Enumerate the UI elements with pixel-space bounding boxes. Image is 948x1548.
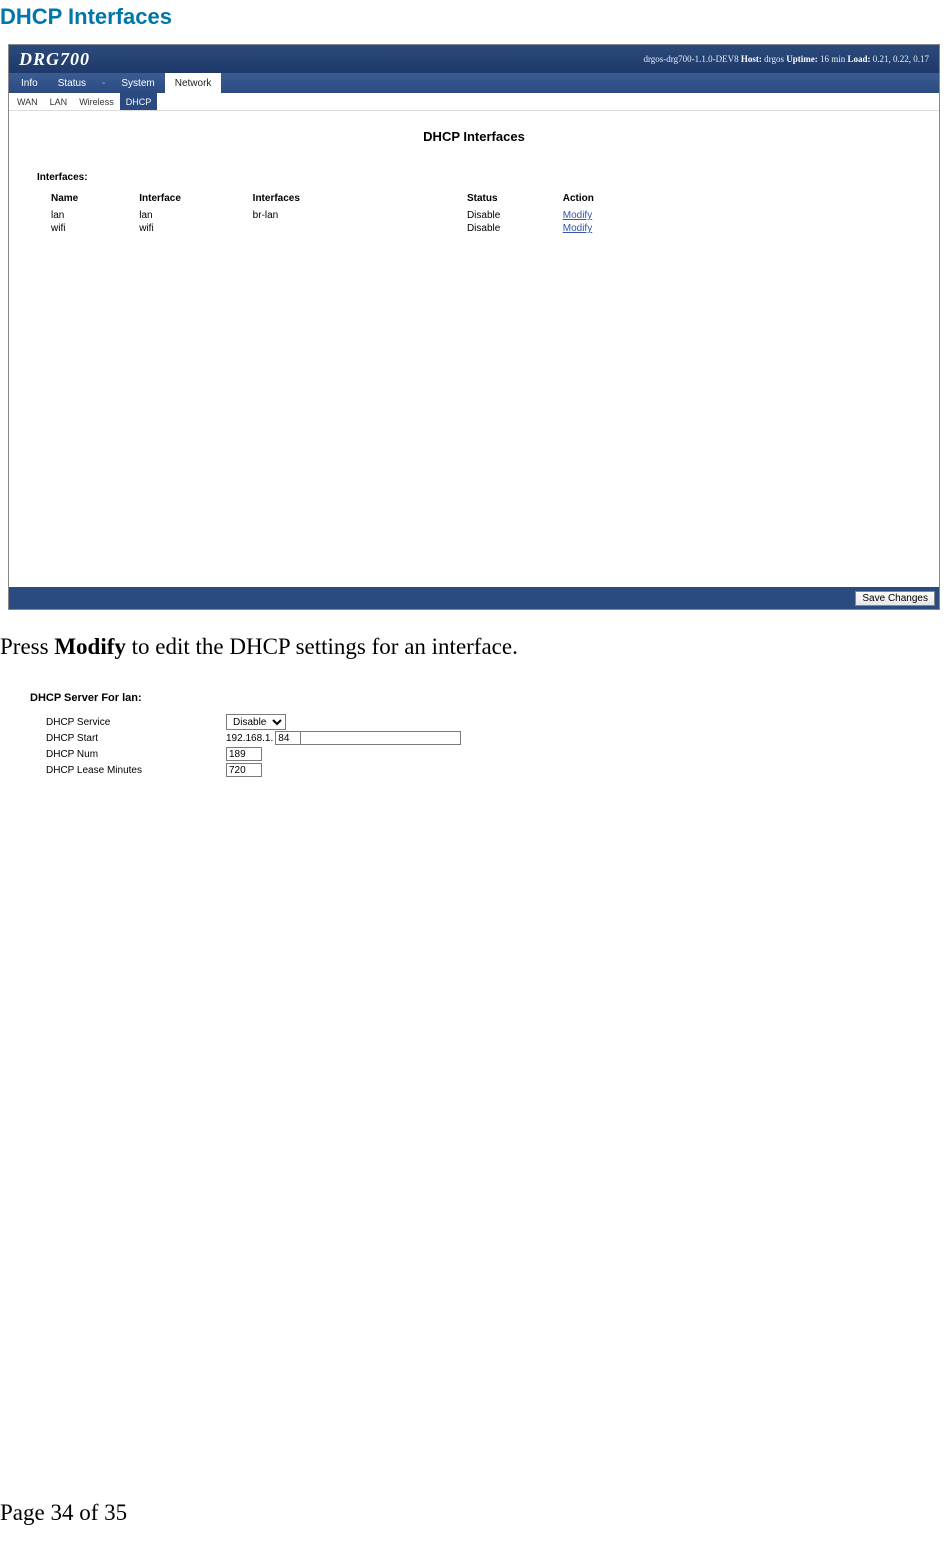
dhcp-num-label: DHCP Num [46, 749, 226, 760]
dhcp-start-input[interactable] [275, 731, 301, 745]
row-dhcp-start: DHCP Start 192.168.1. [46, 730, 940, 746]
host-label: Host: [741, 54, 762, 64]
dhcp-form-screenshot: DHCP Server For lan: DHCP Service Disabl… [8, 684, 940, 778]
instruction-post: to edit the DHCP settings for an interfa… [126, 634, 518, 659]
tab-network[interactable]: Network [165, 73, 222, 93]
tab-status[interactable]: Status [48, 73, 96, 93]
dhcp-service-label: DHCP Service [46, 717, 226, 728]
cell-ifaces [253, 222, 467, 235]
sub-tabs: WAN LAN Wireless DHCP [9, 93, 939, 111]
cell-ifaces: br-lan [253, 209, 467, 223]
main-tabs: Info Status - System Network [9, 73, 939, 93]
instruction-text: Press Modify to edit the DHCP settings f… [0, 634, 948, 660]
table-header-row: Name Interface Interfaces Status Action [51, 191, 651, 209]
router-admin-screenshot: DRG700 drgos-drg700-1.1.0-DEV8 Host: drg… [8, 44, 940, 610]
col-interfaces: Interfaces [253, 191, 467, 209]
subtab-wan[interactable]: WAN [11, 93, 44, 110]
table-row: wifi wifi Disable Modify [51, 222, 651, 235]
cell-status: Disable [467, 209, 563, 223]
row-dhcp-lease: DHCP Lease Minutes [46, 762, 940, 778]
save-changes-button[interactable]: Save Changes [855, 591, 935, 606]
uptime-value: 16 min [820, 54, 845, 64]
footer-bar: Save Changes [9, 587, 939, 609]
col-name: Name [51, 191, 139, 209]
row-dhcp-num: DHCP Num [46, 746, 940, 762]
load-value: 0.21, 0.22, 0.17 [873, 54, 929, 64]
instruction-pre: Press [0, 634, 54, 659]
page-footer: Page 34 of 35 [0, 1500, 127, 1526]
uptime-label: Uptime: [786, 54, 818, 64]
cell-status: Disable [467, 222, 563, 235]
instruction-bold: Modify [54, 634, 126, 659]
form-rows: DHCP Service Disabled DHCP Start 192.168… [46, 714, 940, 778]
dhcp-start-prefix: 192.168.1. [226, 733, 273, 744]
cell-name: wifi [51, 222, 139, 235]
host-value: drgos [764, 54, 784, 64]
interfaces-label: Interfaces: [37, 172, 939, 183]
subtab-lan[interactable]: LAN [44, 93, 74, 110]
fw-version: drgos-drg700-1.1.0-DEV8 [643, 54, 738, 64]
tab-separator: - [96, 73, 111, 93]
cell-iface: lan [139, 209, 252, 223]
content-title: DHCP Interfaces [9, 129, 939, 144]
dhcp-lease-input[interactable] [226, 763, 262, 777]
col-interface: Interface [139, 191, 252, 209]
modify-link[interactable]: Modify [563, 223, 592, 234]
tab-system[interactable]: System [111, 73, 164, 93]
router-header-status: drgos-drg700-1.1.0-DEV8 Host: drgos Upti… [643, 54, 929, 64]
modify-link[interactable]: Modify [563, 210, 592, 221]
router-header: DRG700 drgos-drg700-1.1.0-DEV8 Host: drg… [9, 45, 939, 73]
cell-name: lan [51, 209, 139, 223]
dhcp-lease-label: DHCP Lease Minutes [46, 765, 226, 776]
router-logo: DRG700 [19, 49, 90, 70]
dhcp-form-title: DHCP Server For lan: [30, 692, 940, 704]
tab-info[interactable]: Info [11, 73, 48, 93]
content-area: DHCP Interfaces Interfaces: Name Interfa… [9, 111, 939, 587]
col-action: Action [563, 191, 651, 209]
cell-iface: wifi [139, 222, 252, 235]
col-status: Status [467, 191, 563, 209]
page-title: DHCP Interfaces [0, 0, 948, 44]
dhcp-start-extend[interactable] [301, 731, 461, 745]
row-dhcp-service: DHCP Service Disabled [46, 714, 940, 730]
interfaces-block: Interfaces: Name Interface Interfaces St… [37, 172, 939, 235]
dhcp-start-label: DHCP Start [46, 733, 226, 744]
dhcp-num-input[interactable] [226, 747, 262, 761]
table-row: lan lan br-lan Disable Modify [51, 209, 651, 223]
load-label: Load: [847, 54, 870, 64]
subtab-wireless[interactable]: Wireless [73, 93, 120, 110]
interfaces-table: Name Interface Interfaces Status Action … [51, 191, 651, 235]
dhcp-service-select[interactable]: Disabled [226, 714, 286, 730]
subtab-dhcp[interactable]: DHCP [120, 93, 158, 110]
